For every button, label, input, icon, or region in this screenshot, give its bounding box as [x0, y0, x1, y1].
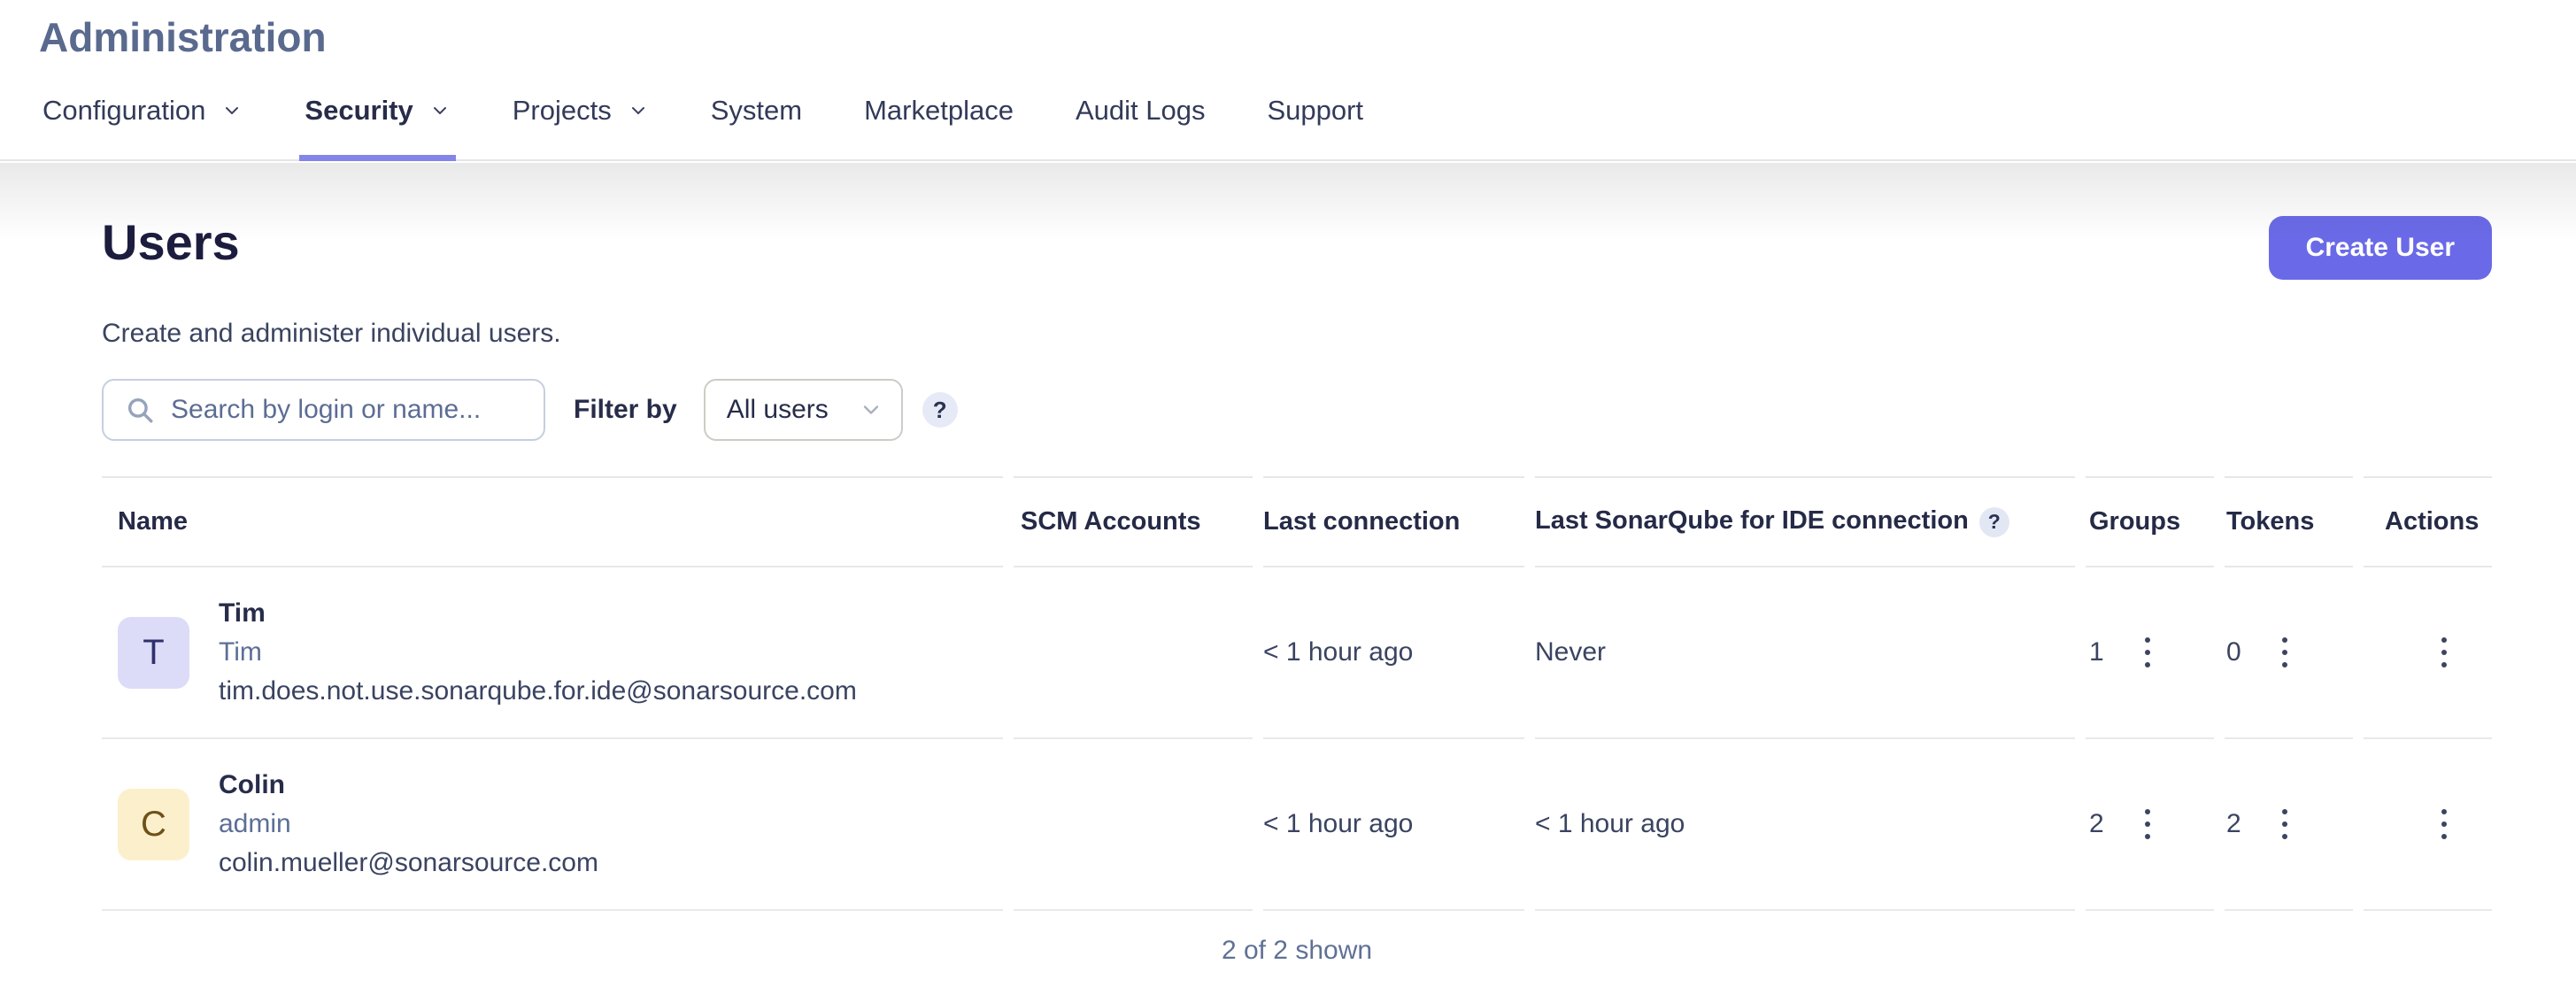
column-header-groups: Groups: [2086, 476, 2214, 567]
groups-menu-button[interactable]: [2136, 802, 2159, 846]
page-title: Users: [102, 214, 240, 271]
user-name: Tim: [219, 594, 857, 633]
user-email: colin.mueller@sonarsource.com: [219, 844, 598, 883]
chevron-down-icon: [628, 100, 649, 121]
chevron-down-icon: [429, 100, 451, 121]
masthead: Administration Configuration Security Pr…: [0, 0, 2576, 161]
nav-item-label: Security: [305, 95, 413, 127]
users-page: Users Create User Create and administer …: [0, 214, 2576, 983]
column-header-label: Last SonarQube for IDE connection: [1535, 506, 1969, 535]
filter-select-value: All users: [727, 395, 829, 425]
ide-connection-help-icon[interactable]: ?: [1979, 507, 2009, 537]
avatar: T: [118, 617, 189, 689]
chevron-down-icon: [221, 100, 243, 121]
nav-item-configuration[interactable]: Configuration: [42, 62, 243, 159]
user-name: Colin: [219, 766, 598, 805]
nav-item-marketplace[interactable]: Marketplace: [864, 62, 1014, 159]
chevron-down-icon: [859, 397, 883, 422]
nav-item-label: Projects: [513, 95, 612, 127]
nav-item-label: Marketplace: [864, 95, 1014, 127]
last-connection-cell: < 1 hour ago: [1263, 567, 1524, 739]
column-header-name: Name: [102, 476, 1003, 567]
kebab-icon: [2440, 807, 2449, 841]
table-header-row: Name SCM Accounts Last connection Last S…: [102, 476, 2492, 567]
table-row: T Tim Tim tim.does.not.use.sonarqube.for…: [102, 567, 2492, 739]
page-subtitle: Create and administer individual users.: [102, 319, 2492, 349]
column-header-tokens: Tokens: [2225, 476, 2353, 567]
user-login-link[interactable]: Tim: [219, 633, 857, 672]
filter-help-icon[interactable]: ?: [922, 392, 958, 428]
search-icon: [125, 395, 155, 425]
last-ide-connection-cell: Never: [1535, 567, 2075, 739]
nav-item-projects[interactable]: Projects: [513, 62, 649, 159]
users-toolbar: Filter by All users ?: [102, 379, 2492, 441]
user-login-link[interactable]: admin: [219, 805, 598, 844]
last-ide-connection-cell: < 1 hour ago: [1535, 739, 2075, 911]
tokens-count: 2: [2226, 809, 2241, 839]
groups-count: 1: [2089, 637, 2104, 667]
kebab-icon: [2440, 636, 2449, 669]
nav-item-support[interactable]: Support: [1267, 62, 1363, 159]
avatar: C: [118, 789, 189, 860]
row-actions-menu-button[interactable]: [2433, 630, 2456, 675]
groups-menu-button[interactable]: [2136, 630, 2159, 675]
filter-select[interactable]: All users: [704, 379, 903, 441]
column-header-last-ide-connection: Last SonarQube for IDE connection?: [1535, 476, 2075, 567]
results-count: 2 of 2 shown: [102, 911, 2492, 983]
users-table: Name SCM Accounts Last connection Last S…: [102, 476, 2492, 983]
tokens-menu-button[interactable]: [2273, 630, 2296, 675]
tokens-count: 0: [2226, 637, 2241, 667]
create-user-button[interactable]: Create User: [2269, 216, 2492, 280]
groups-count: 2: [2089, 809, 2104, 839]
kebab-icon: [2280, 807, 2289, 841]
search-box: [102, 379, 545, 441]
kebab-icon: [2143, 636, 2152, 669]
nav-item-audit-logs[interactable]: Audit Logs: [1076, 62, 1206, 159]
main-nav: Configuration Security Projects System M…: [39, 62, 2576, 159]
nav-item-label: Support: [1267, 95, 1363, 127]
last-connection-cell: < 1 hour ago: [1263, 739, 1524, 911]
nav-item-label: System: [711, 95, 802, 127]
column-header-last-connection: Last connection: [1263, 476, 1524, 567]
table-row: C Colin admin colin.mueller@sonarsource.…: [102, 739, 2492, 911]
kebab-icon: [2280, 636, 2289, 669]
filter-by-label: Filter by: [574, 395, 677, 425]
nav-item-security[interactable]: Security: [305, 62, 450, 159]
row-actions-menu-button[interactable]: [2433, 802, 2456, 846]
column-header-scm-accounts: SCM Accounts: [1014, 476, 1253, 567]
kebab-icon: [2143, 807, 2152, 841]
nav-item-label: Audit Logs: [1076, 95, 1206, 127]
scm-accounts-cell: [1014, 567, 1253, 739]
column-header-actions: Actions: [2364, 476, 2492, 567]
nav-item-system[interactable]: System: [711, 62, 802, 159]
scm-accounts-cell: [1014, 739, 1253, 911]
nav-item-label: Configuration: [42, 95, 205, 127]
search-input[interactable]: [171, 395, 526, 425]
user-email: tim.does.not.use.sonarqube.for.ide@sonar…: [219, 672, 857, 711]
app-title: Administration: [39, 0, 2576, 62]
tokens-menu-button[interactable]: [2273, 802, 2296, 846]
